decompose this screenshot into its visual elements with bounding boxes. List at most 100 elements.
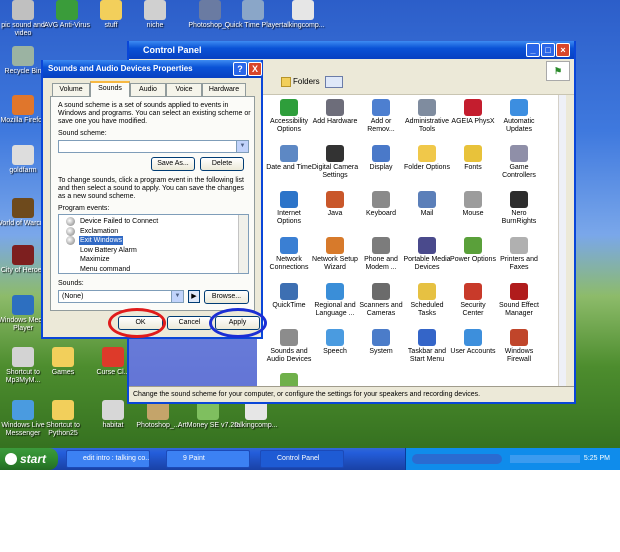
control-panel-item[interactable]: Add or Remov... [357, 99, 405, 134]
task-edit-intro[interactable]: edit intro : talking co... [66, 450, 150, 468]
control-panel-item[interactable]: Printers and Faxes [495, 237, 543, 272]
delete-button[interactable]: Delete [200, 157, 244, 171]
control-panel-item[interactable]: Sounds and Audio Devices [265, 329, 313, 364]
desktop-shortcut-icon [12, 400, 34, 420]
control-panel-item[interactable]: Sound Effect Manager [495, 283, 543, 318]
tab-hardware[interactable]: Hardware [202, 83, 246, 96]
control-panel-item-label: Add or Remov... [367, 118, 395, 133]
control-panel-item[interactable]: Automatic Updates [495, 99, 543, 134]
desktop-icon-label: niche [146, 22, 164, 29]
control-panel-item-label: Date and Time [266, 164, 312, 171]
control-panel-item[interactable]: Mouse [449, 191, 497, 218]
program-event-item[interactable]: Exclamation [79, 227, 119, 236]
control-panel-item[interactable]: Phone and Modem ... [357, 237, 405, 272]
folders-button[interactable]: Folders [293, 77, 320, 86]
control-panel-item[interactable]: System [357, 329, 405, 356]
events-scrollbar[interactable] [238, 215, 248, 273]
desktop-shortcut-icon [12, 95, 34, 115]
control-panel-item[interactable]: Security Center [449, 283, 497, 318]
task-paint[interactable]: 9 Paint [166, 450, 250, 468]
control-panel-item[interactable]: Regional and Language ... [311, 283, 359, 318]
control-panel-item[interactable]: Internet Options [265, 191, 313, 226]
control-panel-item-label: Phone and Modem ... [364, 256, 398, 271]
cancel-button[interactable]: Cancel [167, 316, 212, 330]
desktop-icon[interactable]: talkingcomp... [272, 0, 334, 30]
program-event-item[interactable]: Maximize [79, 255, 111, 264]
control-panel-item-icon [464, 191, 482, 208]
control-panel-item[interactable]: AGEIA PhysX [449, 99, 497, 126]
control-panel-item-label: User Accounts [450, 348, 496, 355]
control-panel-item-label: Printers and Faxes [500, 256, 538, 271]
control-panel-item[interactable]: Accessibility Options [265, 99, 313, 134]
sounds-properties-dialog[interactable]: Sounds and Audio Devices Properties ? X … [41, 60, 263, 339]
tab-voice[interactable]: Voice [166, 83, 202, 96]
control-panel-item-icon [464, 329, 482, 346]
scrollbar[interactable] [558, 95, 566, 386]
control-panel-item-icon [510, 145, 528, 162]
control-panel-item[interactable]: Digital Camera Settings [311, 145, 359, 180]
control-panel-item[interactable]: Portable Media Devices [403, 237, 451, 272]
sound-scheme-dropdown[interactable]: ▼ [58, 140, 249, 153]
control-panel-item[interactable]: Speech [311, 329, 359, 356]
program-event-item[interactable]: Exit Windows [79, 236, 124, 245]
control-panel-item[interactable]: Scheduled Tasks [403, 283, 451, 318]
control-panel-item[interactable]: Taskbar and Start Menu [403, 329, 451, 364]
control-panel-item-label: Keyboard [366, 210, 396, 217]
sounds-dropdown[interactable]: (None) ▼ [58, 290, 184, 303]
maximize-icon[interactable]: □ [541, 43, 555, 57]
tab-audio[interactable]: Audio [130, 83, 166, 96]
control-panel-item[interactable]: Network Setup Wizard [311, 237, 359, 272]
desktop-icon[interactable]: niche [124, 0, 186, 30]
sounds-tab-page: A sound scheme is a set of sounds applie… [50, 96, 255, 311]
control-panel-item-label: Taskbar and Start Menu [407, 348, 447, 363]
control-panel-item-icon [280, 191, 298, 208]
control-panel-item[interactable]: Windows Firewall [495, 329, 543, 364]
task-control-panel[interactable]: Control Panel [260, 450, 344, 468]
desktop-shortcut-icon [56, 0, 78, 20]
control-panel-item[interactable]: Java [311, 191, 359, 218]
control-panel-item[interactable]: Fonts [449, 145, 497, 172]
control-panel-item[interactable]: Scanners and Cameras [357, 283, 405, 318]
play-icon[interactable]: ▶ [188, 290, 200, 303]
desktop-shortcut-icon [12, 198, 34, 218]
control-panel-item[interactable]: Network Connections [265, 237, 313, 272]
views-icon[interactable] [325, 76, 343, 88]
control-panel-item[interactable]: Game Controllers [495, 145, 543, 180]
control-panel-item[interactable]: Add Hardware [311, 99, 359, 126]
control-panel-item[interactable]: Display [357, 145, 405, 172]
dialog-close-icon[interactable]: X [248, 62, 262, 76]
dialog-titlebar[interactable]: Sounds and Audio Devices Properties [43, 60, 261, 78]
close-icon[interactable]: × [556, 43, 570, 57]
control-panel-item[interactable]: Administrative Tools [403, 99, 451, 134]
save-as-button[interactable]: Save As... [151, 157, 195, 171]
media-controls-icon[interactable] [412, 454, 502, 464]
control-panel-item[interactable]: Folder Options [403, 145, 451, 172]
control-panel-item[interactable]: User Accounts [449, 329, 497, 356]
tab-sounds[interactable]: Sounds [90, 81, 130, 97]
program-event-item[interactable]: Device Failed to Connect [79, 217, 159, 226]
control-panel-item-icon [464, 283, 482, 300]
browse-button[interactable]: Browse... [204, 290, 249, 304]
sound-scheme-label: Sound scheme: [58, 130, 107, 137]
control-panel-item[interactable]: Date and Time [265, 145, 313, 172]
program-event-item[interactable]: Menu command [79, 265, 131, 274]
help-icon[interactable]: ? [233, 62, 247, 76]
control-panel-item-label: Add Hardware [312, 118, 358, 125]
minimize-icon[interactable]: _ [526, 43, 540, 57]
control-panel-item-icon [510, 329, 528, 346]
control-panel-item[interactable]: QuickTime [265, 283, 313, 310]
program-events-list[interactable]: Device Failed to Connect Exclamation Exit … [58, 214, 249, 274]
control-panel-item-label: Portable Media Devices [403, 256, 451, 271]
control-panel-item[interactable]: Power Options [449, 237, 497, 264]
control-panel-item-label: Digital Camera Settings [311, 164, 359, 179]
control-panel-item[interactable]: Keyboard [357, 191, 405, 218]
control-panel-titlebar[interactable]: Control Panel [129, 41, 574, 59]
desktop-icon[interactable]: talkingcomp... [225, 400, 287, 430]
desktop-shortcut-icon [12, 295, 34, 315]
program-event-item[interactable]: Low Battery Alarm [79, 246, 138, 255]
tab-volume[interactable]: Volume [52, 83, 90, 96]
start-button[interactable]: start [0, 448, 58, 470]
control-panel-item[interactable]: Nero BurnRights [495, 191, 543, 226]
control-panel-item[interactable]: Mail [403, 191, 451, 218]
control-panel-item-icon [326, 237, 344, 254]
